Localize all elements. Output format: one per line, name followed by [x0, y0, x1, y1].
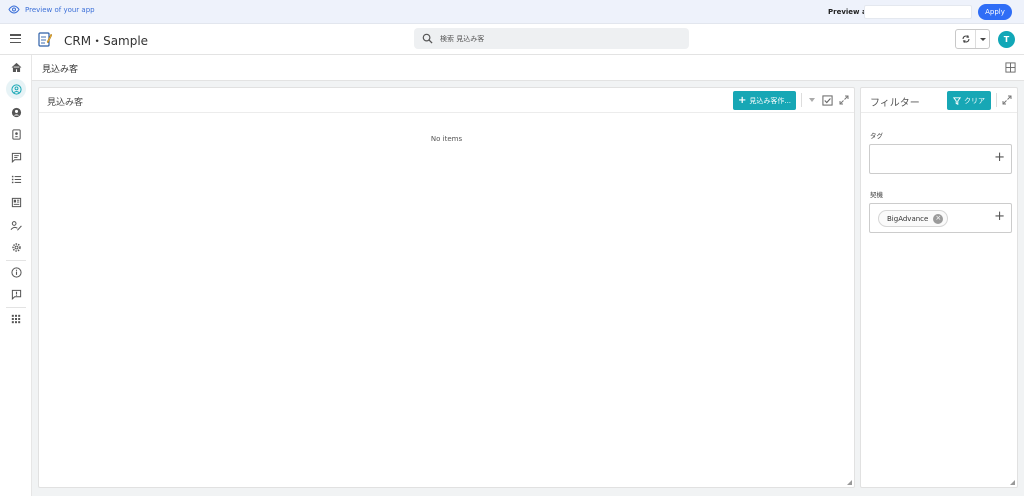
settings-icon: [11, 242, 21, 252]
newspaper-icon: [11, 197, 21, 207]
app-header: CRM・Sample 検索 見込み客 T: [0, 24, 1024, 55]
account-circle-icon: [11, 107, 21, 117]
feedback-icon: [11, 289, 21, 300]
page-title: 見込み客: [42, 65, 79, 75]
rail-accounts[interactable]: [5, 102, 27, 122]
person-circle-icon: [10, 83, 22, 95]
left-rail: [0, 55, 32, 496]
checklist-icon: [11, 175, 21, 183]
app-title: CRM・Sample: [64, 34, 149, 48]
preview-label: Preview of your app: [25, 5, 95, 14]
rail-tasks[interactable]: [5, 169, 27, 189]
add-tag-icon[interactable]: +: [994, 151, 1005, 164]
filter-chip: BigAdvance ×: [878, 210, 949, 227]
filter-dropdown-icon[interactable]: [809, 98, 815, 102]
clear-filter-button[interactable]: クリア: [947, 91, 991, 110]
tag-field-label: タグ: [870, 132, 883, 140]
trigger-field-label: 契機: [870, 191, 883, 199]
select-checkbox-icon[interactable]: [822, 95, 833, 106]
chat-icon: [11, 152, 21, 163]
home-icon: [11, 62, 21, 72]
search-input[interactable]: 検索 見込み客: [414, 28, 689, 49]
prospects-panel: 見込み客 + 見込み客作... No items: [38, 87, 855, 488]
preview-indicator: Preview of your app: [8, 5, 95, 14]
add-trigger-icon[interactable]: +: [994, 210, 1005, 223]
plus-icon: +: [737, 94, 747, 106]
resize-handle-icon[interactable]: [1010, 480, 1015, 485]
info-icon: [10, 266, 22, 278]
contact-card-icon: [11, 128, 21, 140]
clear-filter-label: クリア: [964, 96, 985, 105]
filter-title: フィルター: [870, 98, 920, 109]
rail-info[interactable]: [5, 262, 27, 282]
filter-panel: フィルター クリア タグ + 契機 BigAdvance × +: [860, 87, 1018, 488]
sync-button[interactable]: [956, 30, 976, 48]
chevron-down-icon: [979, 37, 986, 41]
rail-feedback[interactable]: [5, 284, 27, 304]
header-divider: [996, 93, 997, 107]
apply-button[interactable]: Apply: [978, 4, 1012, 20]
sync-icon: [962, 35, 969, 43]
resize-handle-icon[interactable]: [847, 480, 852, 485]
expand-icon[interactable]: [1002, 95, 1012, 105]
rail-user-edit[interactable]: [5, 215, 27, 235]
empty-state-text: No items: [430, 135, 463, 143]
panel-header: 見込み客 + 見込み客作...: [39, 88, 854, 113]
search-placeholder: 検索 見込み客: [440, 35, 485, 43]
avatar[interactable]: T: [998, 31, 1015, 48]
menu-icon[interactable]: [10, 34, 21, 43]
rail-news[interactable]: [5, 192, 27, 212]
rail-divider: [6, 260, 26, 261]
header-divider: [801, 93, 802, 107]
rail-messages[interactable]: [5, 147, 27, 167]
new-prospect-label: 見込み客作...: [749, 96, 792, 105]
notepad-logo-icon: [38, 32, 52, 47]
expand-icon[interactable]: [839, 95, 849, 105]
remove-chip-icon[interactable]: ×: [933, 213, 944, 224]
sync-dropdown[interactable]: [976, 30, 989, 48]
rail-divider: [6, 307, 26, 308]
sync-control: [955, 29, 990, 49]
search-icon: [422, 33, 433, 44]
preview-as-input[interactable]: [864, 5, 972, 19]
grid-view-icon[interactable]: [1005, 62, 1016, 73]
filter-header: フィルター クリア: [861, 88, 1017, 113]
apps-grid-icon: [11, 314, 21, 324]
tag-filter-field[interactable]: +: [869, 144, 1012, 174]
preview-bar: Preview of your app Preview as: Apply: [0, 0, 1024, 24]
rail-apps[interactable]: [5, 309, 27, 329]
panel-title: 見込み客: [47, 98, 84, 108]
eye-icon: [8, 5, 20, 14]
rail-settings[interactable]: [5, 237, 27, 257]
chip-label: BigAdvance: [887, 214, 929, 223]
page-header: 見込み客: [32, 55, 1024, 81]
filter-icon: [953, 96, 961, 105]
rail-home[interactable]: [5, 57, 27, 77]
rail-prospects[interactable]: [6, 79, 26, 99]
new-prospect-button[interactable]: + 見込み客作...: [733, 91, 796, 110]
person-edit-icon: [10, 220, 22, 230]
rail-contacts[interactable]: [5, 124, 27, 144]
trigger-filter-field[interactable]: BigAdvance × +: [869, 203, 1012, 233]
